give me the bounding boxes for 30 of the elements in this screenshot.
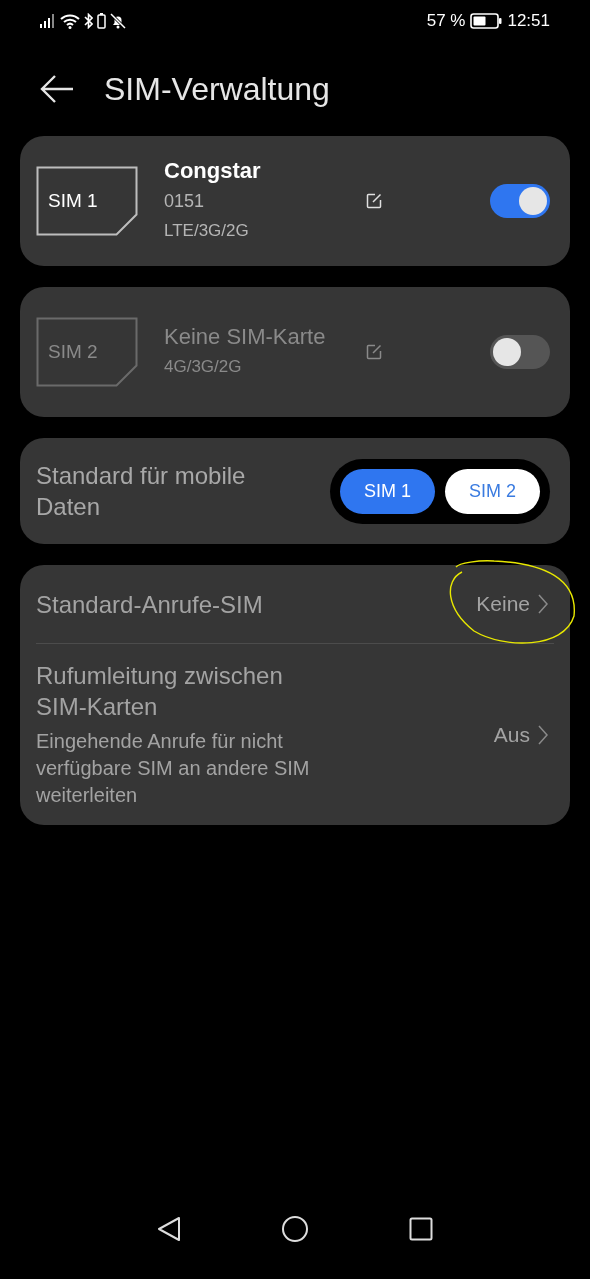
back-arrow-icon[interactable] [40,74,74,104]
recents-nav-icon[interactable] [409,1217,433,1241]
setting-title: Rufumleitung zwischen SIM-Karten [36,661,284,722]
chevron-right-icon [538,594,548,614]
battery-icon [470,13,503,29]
muted-bell-icon [110,13,126,29]
setting-label: Standard für mobile Daten [36,461,247,522]
chevron-right-icon [538,724,548,745]
setting-value: Keine [476,591,530,618]
clock-time: 12:51 [507,10,550,33]
sim-option-button[interactable]: SIM 1 [340,468,435,514]
network-types: 4G/3G/2G [164,356,243,378]
back-nav-icon[interactable] [157,1216,181,1242]
home-nav-icon[interactable] [281,1215,309,1243]
setting-description: Eingehende Anrufe für nicht verfügbare SIM an andere SIM weiterleiten [36,729,311,808]
signal-icon [40,14,56,28]
phone-number: 0151 [164,190,206,213]
bluetooth-icon [84,13,93,29]
network-types: LTE/3G/2G [164,220,250,242]
sim-name: Congstar [164,157,262,185]
setting-value: Aus [493,721,530,748]
setting-title: Standard-Anrufe-SIM [36,589,264,620]
battery-percentage: 57 % [426,10,466,33]
sim-slot-icon: SIM 2 [36,317,138,387]
sim-name: Keine SIM-Karte [164,323,327,351]
sim-option-button[interactable]: SIM 2 [445,468,540,514]
page-title: SIM-Verwaltung [104,70,330,109]
wifi-icon [60,13,80,29]
sim-slot-icon: SIM 1 [36,166,138,236]
toggle-switch[interactable] [490,184,550,218]
